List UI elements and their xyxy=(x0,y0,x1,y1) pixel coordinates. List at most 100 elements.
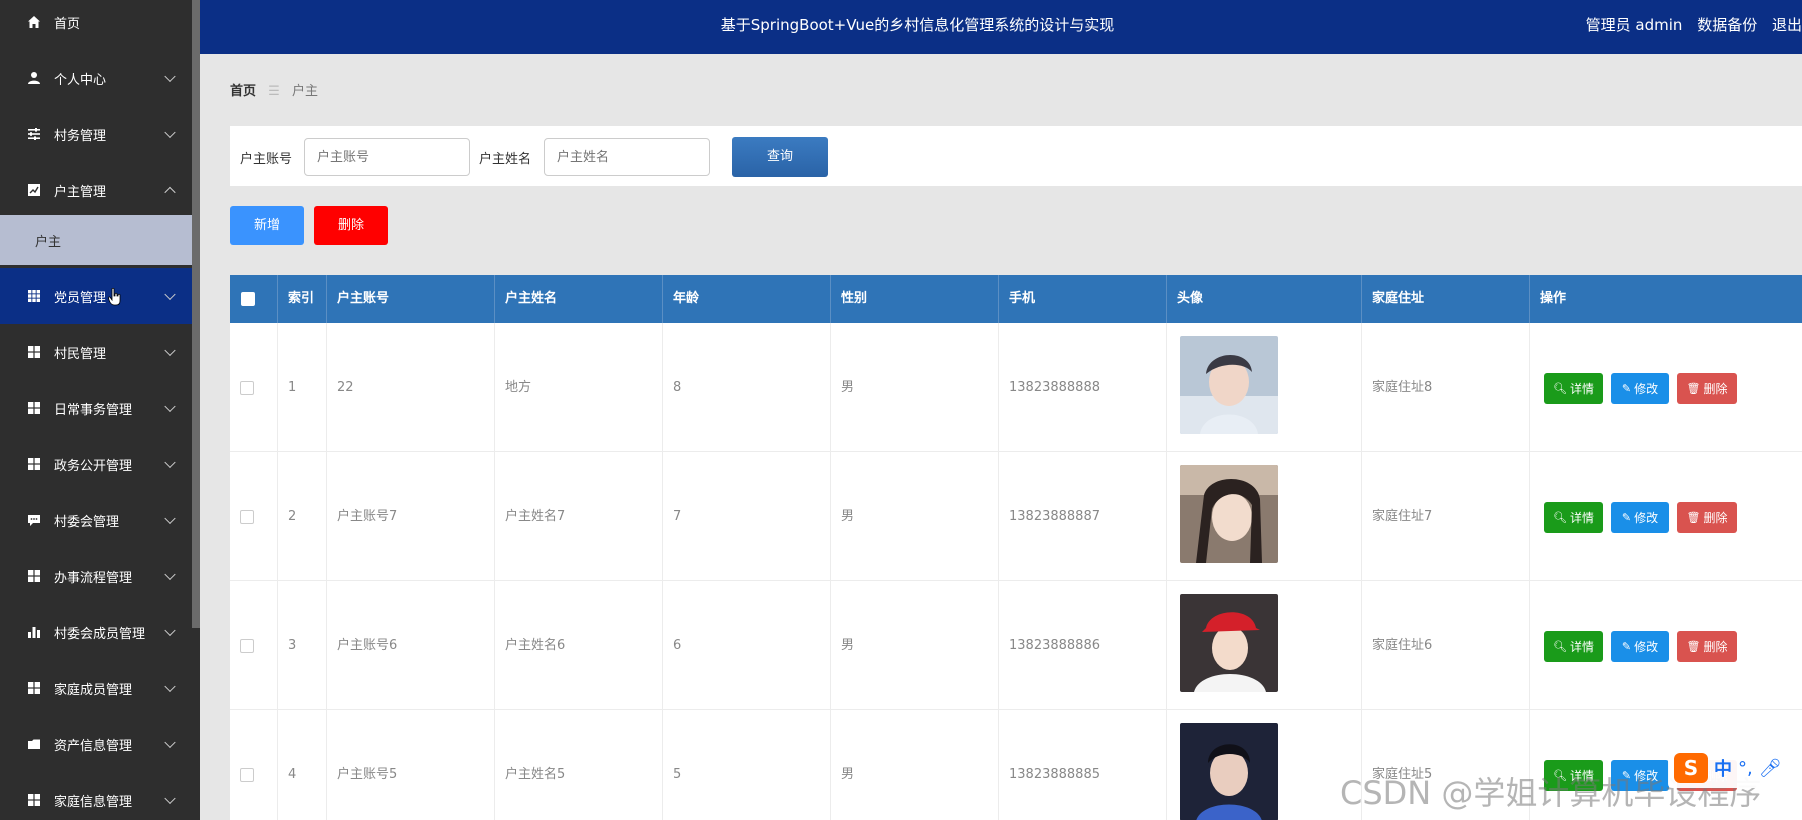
edit-icon: ✎ xyxy=(1621,382,1632,395)
delete-label: 删除 xyxy=(1703,511,1728,525)
cell-age: 6 xyxy=(663,581,831,710)
avatar[interactable] xyxy=(1180,594,1278,692)
header-actions: 管理员 admin 数据备份 退出 xyxy=(1576,0,1802,50)
cell-phone: 13823888887 xyxy=(999,452,1167,581)
table-header: 索引 户主账号 户主姓名 年龄 性别 手机 头像 家庭住址 操作 xyxy=(230,275,1802,323)
grid-icon xyxy=(26,792,42,808)
edit-button[interactable]: ✎ 修改 xyxy=(1611,502,1669,533)
chevron-down-icon xyxy=(164,70,176,83)
grid-icon xyxy=(26,288,42,304)
row-checkbox[interactable] xyxy=(240,381,254,395)
sidebar-item-party-members[interactable]: 党员管理 xyxy=(0,268,200,324)
sidebar-item-process[interactable]: 办事流程管理 xyxy=(0,548,192,604)
logout-link[interactable]: 退出 xyxy=(1772,16,1802,34)
sidebar-subitem-householder[interactable]: 户主 xyxy=(0,215,200,265)
sidebar-item-label: 个人中心 xyxy=(54,72,107,88)
ime-toolbar[interactable]: S 中 °, 🎤︎ xyxy=(1668,748,1802,788)
cell-address: 家庭住址8 xyxy=(1362,323,1530,452)
cell-gender: 男 xyxy=(831,452,999,581)
sidebar-item-label: 户主管理 xyxy=(54,184,107,200)
microphone-icon[interactable]: 🎤︎ xyxy=(1759,758,1782,779)
chevron-down-icon xyxy=(164,288,176,301)
column-header-account: 户主账号 xyxy=(327,275,495,323)
delete-button[interactable]: 🗑︎删除 xyxy=(1677,502,1737,533)
breadcrumb: 首页 ☰ 户主 xyxy=(230,80,318,99)
sidebar: 首页 个人中心 村务管理 户主管理 户主 党员管理 村民管理 日常事务管理 政务… xyxy=(0,0,200,820)
edit-label: 修改 xyxy=(1634,640,1659,654)
cell-gender: 男 xyxy=(831,323,999,452)
sidebar-item-label: 日常事务管理 xyxy=(54,402,133,418)
sidebar-item-committee-members[interactable]: 村委会成员管理 xyxy=(0,604,192,660)
sidebar-item-assets[interactable]: 资产信息管理 xyxy=(0,716,192,772)
add-button[interactable]: 新增 xyxy=(230,206,304,245)
top-header: 基于SpringBoot+Vue的乡村信息化管理系统的设计与实现 管理员 adm… xyxy=(200,0,1802,54)
sidebar-item-label: 首页 xyxy=(54,16,81,32)
search-panel: 户主账号 户主姓名 查询 xyxy=(230,126,1802,186)
column-header-phone: 手机 xyxy=(999,275,1167,323)
detail-label: 详情 xyxy=(1569,511,1594,525)
row-checkbox[interactable] xyxy=(240,639,254,653)
trash-icon: 🗑︎ xyxy=(1686,640,1701,653)
batch-delete-button[interactable]: 删除 xyxy=(314,206,388,245)
edit-button[interactable]: ✎ 修改 xyxy=(1611,631,1669,662)
sidebar-item-home[interactable]: 首页 xyxy=(0,0,192,50)
sidebar-item-government-affairs[interactable]: 政务公开管理 xyxy=(0,436,192,492)
search-icon: 🔍︎ xyxy=(1553,511,1567,524)
cell-account: 22 xyxy=(327,323,495,452)
sidebar-item-label: 家庭成员管理 xyxy=(54,682,133,698)
name-search-input[interactable] xyxy=(544,138,710,176)
sidebar-item-family-info[interactable]: 家庭信息管理 xyxy=(0,772,192,820)
column-header-avatar: 头像 xyxy=(1167,275,1362,323)
chevron-down-icon xyxy=(164,512,176,525)
delete-button[interactable]: 🗑︎删除 xyxy=(1677,631,1737,662)
header-select-cell xyxy=(230,275,278,323)
sidebar-item-village-affairs[interactable]: 村务管理 xyxy=(0,106,192,162)
backup-link[interactable]: 数据备份 xyxy=(1697,16,1757,34)
sidebar-scrollbar[interactable] xyxy=(192,0,200,628)
select-all-checkbox[interactable] xyxy=(241,292,255,306)
chevron-down-icon xyxy=(164,568,176,581)
punctuation-icon[interactable]: °, xyxy=(1738,758,1753,779)
cell-index: 4 xyxy=(278,710,327,820)
sidebar-item-label: 家庭信息管理 xyxy=(54,794,133,810)
sidebar-item-label: 村委会管理 xyxy=(54,514,120,530)
sidebar-item-village-committee[interactable]: 村委会管理 xyxy=(0,492,192,548)
detail-button[interactable]: 🔍︎ 详情 xyxy=(1544,373,1603,404)
trash-icon: 🗑︎ xyxy=(1686,382,1701,395)
sidebar-item-label: 资产信息管理 xyxy=(54,738,133,754)
account-search-input[interactable] xyxy=(304,138,470,176)
cell-index: 2 xyxy=(278,452,327,581)
ime-mode[interactable]: 中 xyxy=(1714,755,1732,781)
avatar[interactable] xyxy=(1180,465,1278,563)
row-checkbox[interactable] xyxy=(240,768,254,782)
user-icon xyxy=(26,70,42,86)
row-checkbox[interactable] xyxy=(240,510,254,524)
column-header-name: 户主姓名 xyxy=(495,275,663,323)
trash-icon: 🗑︎ xyxy=(1686,511,1701,524)
cell-address: 家庭住址6 xyxy=(1362,581,1530,710)
sidebar-item-villagers[interactable]: 村民管理 xyxy=(0,324,192,380)
chevron-down-icon xyxy=(164,126,176,139)
breadcrumb-current: 户主 xyxy=(291,84,318,99)
grid-icon xyxy=(26,680,42,696)
sidebar-item-householder-management[interactable]: 户主管理 xyxy=(0,162,192,218)
breadcrumb-home[interactable]: 首页 xyxy=(230,84,256,99)
row-select-cell xyxy=(230,710,278,820)
detail-button[interactable]: 🔍︎ 详情 xyxy=(1544,502,1603,533)
delete-button[interactable]: 🗑︎删除 xyxy=(1677,373,1737,404)
cell-index: 3 xyxy=(278,581,327,710)
sidebar-item-personal-center[interactable]: 个人中心 xyxy=(0,50,192,106)
edit-button[interactable]: ✎ 修改 xyxy=(1611,373,1669,404)
sidebar-item-family-members[interactable]: 家庭成员管理 xyxy=(0,660,192,716)
sidebar-item-label: 村民管理 xyxy=(54,346,107,362)
table-row: 3 户主账号6 户主姓名6 6 男 13823888886 家庭住址6 🔍︎ 详情… xyxy=(230,581,1802,710)
chevron-down-icon xyxy=(164,344,176,357)
detail-label: 详情 xyxy=(1569,640,1594,654)
query-button[interactable]: 查询 xyxy=(732,137,828,177)
avatar[interactable] xyxy=(1180,336,1278,434)
detail-button[interactable]: 🔍︎ 详情 xyxy=(1544,631,1603,662)
sidebar-item-daily-affairs[interactable]: 日常事务管理 xyxy=(0,380,192,436)
cell-account: 户主账号5 xyxy=(327,710,495,820)
folder-icon xyxy=(26,736,42,752)
avatar[interactable] xyxy=(1180,723,1278,820)
